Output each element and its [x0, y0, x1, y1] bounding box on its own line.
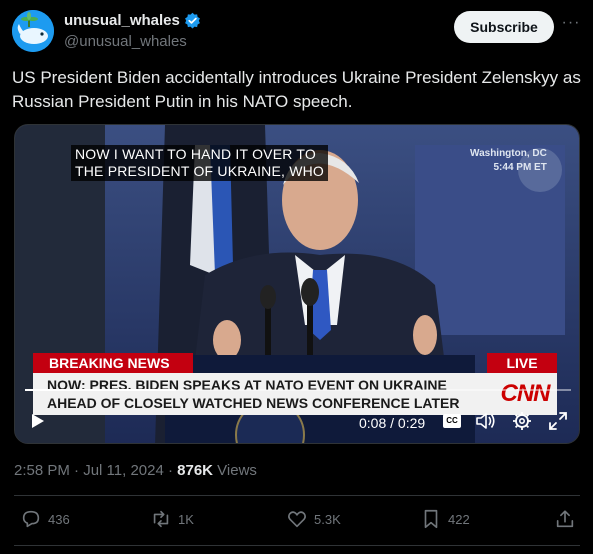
handle[interactable]: @unusual_whales	[64, 33, 187, 50]
views-label: Views	[213, 462, 257, 479]
repost-button[interactable]: 1K	[150, 508, 194, 530]
avatar[interactable]	[12, 10, 54, 52]
fullscreen-icon[interactable]	[548, 411, 568, 431]
video-progress-bar[interactable]	[25, 389, 571, 391]
bookmark-count: 422	[448, 511, 470, 527]
share-icon	[556, 510, 574, 528]
repost-icon	[153, 510, 169, 528]
caption-line-1: NOW I WANT TO HAND IT OVER TO	[75, 146, 316, 162]
reply-count: 436	[48, 511, 70, 527]
tweet-text: US President Biden accidentally introduc…	[12, 68, 581, 111]
location-text: Washington, DC	[470, 148, 547, 159]
caption-line-2: THE PRESIDENT OF UKRAINE, WHO	[75, 163, 325, 179]
divider-bottom	[14, 545, 580, 546]
subscribe-button[interactable]: Subscribe	[454, 11, 554, 43]
progress-fill	[25, 389, 176, 391]
captions-icon[interactable]: CC	[443, 414, 461, 428]
breaking-news-banner: BREAKING NEWS	[33, 353, 193, 373]
tweet-meta: 2:58 PM · Jul 11, 2024 · 876K Views	[14, 462, 257, 479]
closed-caption: NOW I WANT TO HAND IT OVER TO THE PRESID…	[71, 145, 329, 181]
chyron-line-1: NOW: PRES. BIDEN SPEAKS AT NATO EVENT ON…	[47, 377, 447, 393]
local-time-text: 5:44 PM ET	[493, 162, 547, 173]
repost-count: 1K	[178, 511, 194, 527]
display-name[interactable]: unusual_whales	[64, 12, 180, 29]
bookmark-icon	[424, 509, 438, 529]
more-icon[interactable]: ···	[560, 14, 582, 36]
settings-gear-icon[interactable]	[512, 411, 532, 431]
share-button[interactable]	[554, 508, 576, 530]
bookmark-button[interactable]: 422	[420, 508, 470, 530]
video-time: 0:08 / 0:29	[359, 415, 426, 431]
volume-icon[interactable]	[475, 411, 497, 431]
divider	[14, 495, 580, 496]
location-bug: Washington, DC 5:44 PM ET	[470, 147, 547, 175]
views-count: 876K	[177, 462, 213, 479]
news-chyron: NOW: PRES. BIDEN SPEAKS AT NATO EVENT ON…	[33, 373, 493, 415]
like-count: 5.3K	[314, 511, 341, 527]
reply-button[interactable]: 436	[20, 508, 70, 530]
tweet-timestamp[interactable]: 2:58 PM · Jul 11, 2024 ·	[14, 462, 177, 479]
heart-icon	[288, 511, 306, 528]
cnn-logo: CNN	[493, 373, 557, 415]
video-player[interactable]: NOW I WANT TO HAND IT OVER TO THE PRESID…	[14, 124, 580, 444]
chyron-line-2: AHEAD OF CLOSELY WATCHED NEWS CONFERENCE…	[47, 395, 460, 411]
reply-icon	[22, 510, 40, 528]
live-badge: LIVE	[487, 353, 557, 373]
verified-badge-icon	[184, 12, 200, 29]
play-icon[interactable]	[31, 413, 45, 429]
like-button[interactable]: 5.3K	[286, 508, 341, 530]
